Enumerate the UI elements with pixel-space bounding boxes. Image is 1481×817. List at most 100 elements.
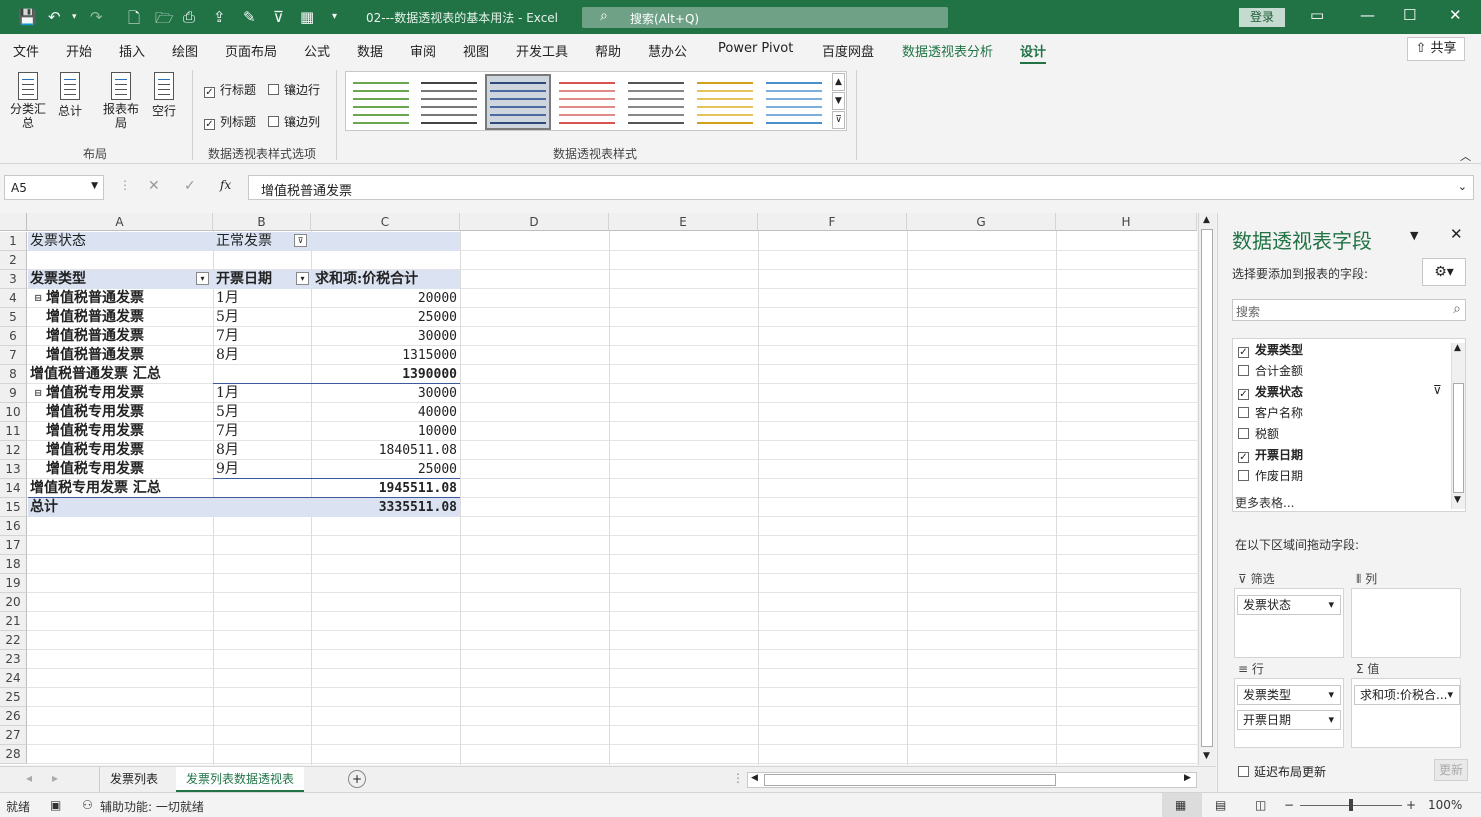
row-field-chip[interactable]: 发票类型 [1237, 685, 1341, 705]
date-cell[interactable]: 5月 [216, 308, 309, 327]
open-icon[interactable]: 🗁 [155, 8, 174, 33]
tab-file[interactable]: 文件 [13, 41, 39, 60]
cancel-icon[interactable]: ✕ [148, 178, 160, 194]
dropdown-icon[interactable]: ▾ [196, 272, 209, 285]
value-cell[interactable]: 3335511.08 [315, 498, 457, 517]
share-button[interactable]: ⇧ 共享 [1407, 37, 1465, 61]
date-cell[interactable] [216, 498, 309, 517]
row-header[interactable]: 26 [0, 707, 27, 726]
row-header[interactable]: 19 [0, 574, 27, 593]
name-box[interactable]: A5 ▼ [4, 175, 104, 200]
close-icon[interactable]: ✕ [1450, 225, 1463, 243]
zoom-level[interactable]: 100% [1428, 798, 1462, 812]
horizontal-scrollbar[interactable]: ◀ ▶ [747, 772, 1197, 788]
row-header[interactable]: 8 [0, 365, 27, 384]
maximize-icon[interactable]: ☐ [1403, 6, 1416, 24]
style-swatch-blue-selected[interactable] [485, 74, 551, 130]
scroll-left-icon[interactable]: ◀ [751, 773, 758, 783]
tab-data[interactable]: 数据 [357, 41, 383, 60]
date-header[interactable]: 开票日期 ▾ [216, 270, 311, 289]
column-headers-checkbox[interactable]: ✓ 列标题 [204, 113, 256, 130]
defer-update-checkbox[interactable]: 延迟布局更新 [1238, 763, 1326, 780]
row-header[interactable]: 2 [0, 251, 27, 270]
style-swatch-red[interactable] [556, 76, 618, 128]
value-header[interactable]: 求和项:价税合计 [315, 270, 459, 289]
field-item[interactable]: 税额 [1238, 425, 1279, 442]
date-cell[interactable]: 8月 [216, 346, 309, 365]
field-item[interactable]: 作废日期 [1238, 467, 1303, 484]
tab-insert[interactable]: 插入 [119, 41, 145, 60]
tab-home[interactable]: 开始 [66, 41, 92, 60]
gallery-up-icon[interactable]: ▲ [832, 73, 845, 91]
page-break-view-icon[interactable]: ◫ [1255, 798, 1266, 812]
accessibility-status[interactable]: 辅助功能: 一切就绪 [100, 798, 204, 815]
row-label-header[interactable]: 发票类型 ▾ [30, 270, 211, 289]
row-header[interactable]: 9 [0, 384, 27, 403]
banded-rows-checkbox[interactable]: 镶边行 [268, 81, 320, 98]
tab-power-pivot[interactable]: Power Pivot [718, 41, 793, 56]
date-cell[interactable]: 8月 [216, 441, 309, 460]
tab-view[interactable]: 视图 [463, 41, 489, 60]
value-cell[interactable]: 1390000 [315, 365, 457, 384]
row-header[interactable]: 1 [0, 232, 27, 251]
undo-dropdown-icon[interactable]: ▾ [72, 12, 77, 22]
value-cell[interactable]: 10000 [315, 422, 457, 441]
column-header[interactable]: B [213, 213, 311, 231]
grand-totals-button[interactable]: 总计 [54, 72, 86, 119]
new-file-icon[interactable]: 🗋 [128, 8, 140, 33]
row-header[interactable]: 14 [0, 479, 27, 498]
pivot-row-label[interactable]: 增值税专用发票 [46, 460, 211, 479]
ribbon-display-icon[interactable]: ▭ [1310, 6, 1324, 24]
prev-sheet-icon[interactable]: ◂ [26, 771, 32, 785]
column-header[interactable]: C [311, 213, 460, 231]
filter-applied-icon[interactable]: ⊽ [294, 234, 307, 247]
row-header[interactable]: 7 [0, 346, 27, 365]
scroll-up-icon[interactable]: ▲ [1203, 215, 1210, 225]
row-field-chip[interactable]: 开票日期 [1237, 710, 1341, 730]
export-icon[interactable]: ⇪ [213, 8, 226, 26]
expand-formula-icon[interactable]: ⌄ [1458, 180, 1467, 193]
row-header[interactable]: 3 [0, 270, 27, 289]
macro-record-icon[interactable]: ▣ [50, 798, 61, 812]
field-item[interactable]: ✓ 发票状态 [1238, 383, 1303, 400]
format-painter-icon[interactable]: ✎ [243, 8, 256, 26]
scroll-down-icon[interactable]: ▼ [1454, 495, 1461, 505]
tab-design[interactable]: 设计 [1020, 41, 1047, 64]
enter-icon[interactable]: ✓ [184, 178, 196, 194]
value-cell[interactable]: 1945511.08 [315, 479, 457, 498]
value-cell[interactable]: 25000 [315, 308, 457, 327]
pivot-row-label[interactable]: 增值税普通发票 [46, 346, 211, 365]
row-header[interactable]: 12 [0, 441, 27, 460]
sheet-tab-pivot[interactable]: 发票列表数据透视表 [176, 767, 305, 792]
value-cell[interactable]: 40000 [315, 403, 457, 422]
zoom-slider-thumb[interactable] [1349, 799, 1353, 811]
grand-total-label[interactable]: 总计 [30, 498, 211, 517]
scroll-down-icon[interactable]: ▼ [1203, 751, 1210, 761]
collapse-icon[interactable]: ⊟ [34, 384, 42, 403]
date-cell[interactable]: 1月 [216, 384, 309, 403]
column-header[interactable]: G [907, 213, 1056, 231]
value-cell[interactable]: 30000 [315, 327, 457, 346]
column-header[interactable]: E [609, 213, 758, 231]
date-cell[interactable]: 7月 [216, 422, 309, 441]
add-sheet-icon[interactable]: + [348, 770, 366, 788]
row-headers-checkbox[interactable]: ✓ 行标题 [204, 81, 256, 98]
zoom-in-icon[interactable]: + [1406, 798, 1416, 812]
tab-review[interactable]: 审阅 [410, 41, 436, 60]
field-list-scrollbar[interactable]: ▲ ▼ [1451, 343, 1465, 509]
subtotals-button[interactable]: 分类汇 总 [8, 72, 48, 130]
scroll-up-icon[interactable]: ▲ [1454, 343, 1461, 353]
columns-area-drop[interactable] [1351, 588, 1461, 658]
undo-icon[interactable]: ↶ [48, 8, 61, 26]
row-header[interactable]: 22 [0, 631, 27, 650]
pivot-row-label[interactable]: ⊟ 增值税专用发票 [34, 384, 211, 403]
more-tables-link[interactable]: 更多表格... [1235, 494, 1294, 511]
subtotal-label[interactable]: 增值税专用发票 汇总 [30, 479, 211, 498]
row-header[interactable]: 5 [0, 308, 27, 327]
scroll-thumb[interactable] [1201, 229, 1213, 747]
minimize-icon[interactable]: — [1360, 6, 1375, 24]
scroll-right-icon[interactable]: ▶ [1184, 773, 1191, 783]
collapse-icon[interactable]: ⊟ [34, 289, 42, 308]
save-icon[interactable]: 💾 [18, 8, 37, 26]
date-cell[interactable] [216, 365, 309, 384]
